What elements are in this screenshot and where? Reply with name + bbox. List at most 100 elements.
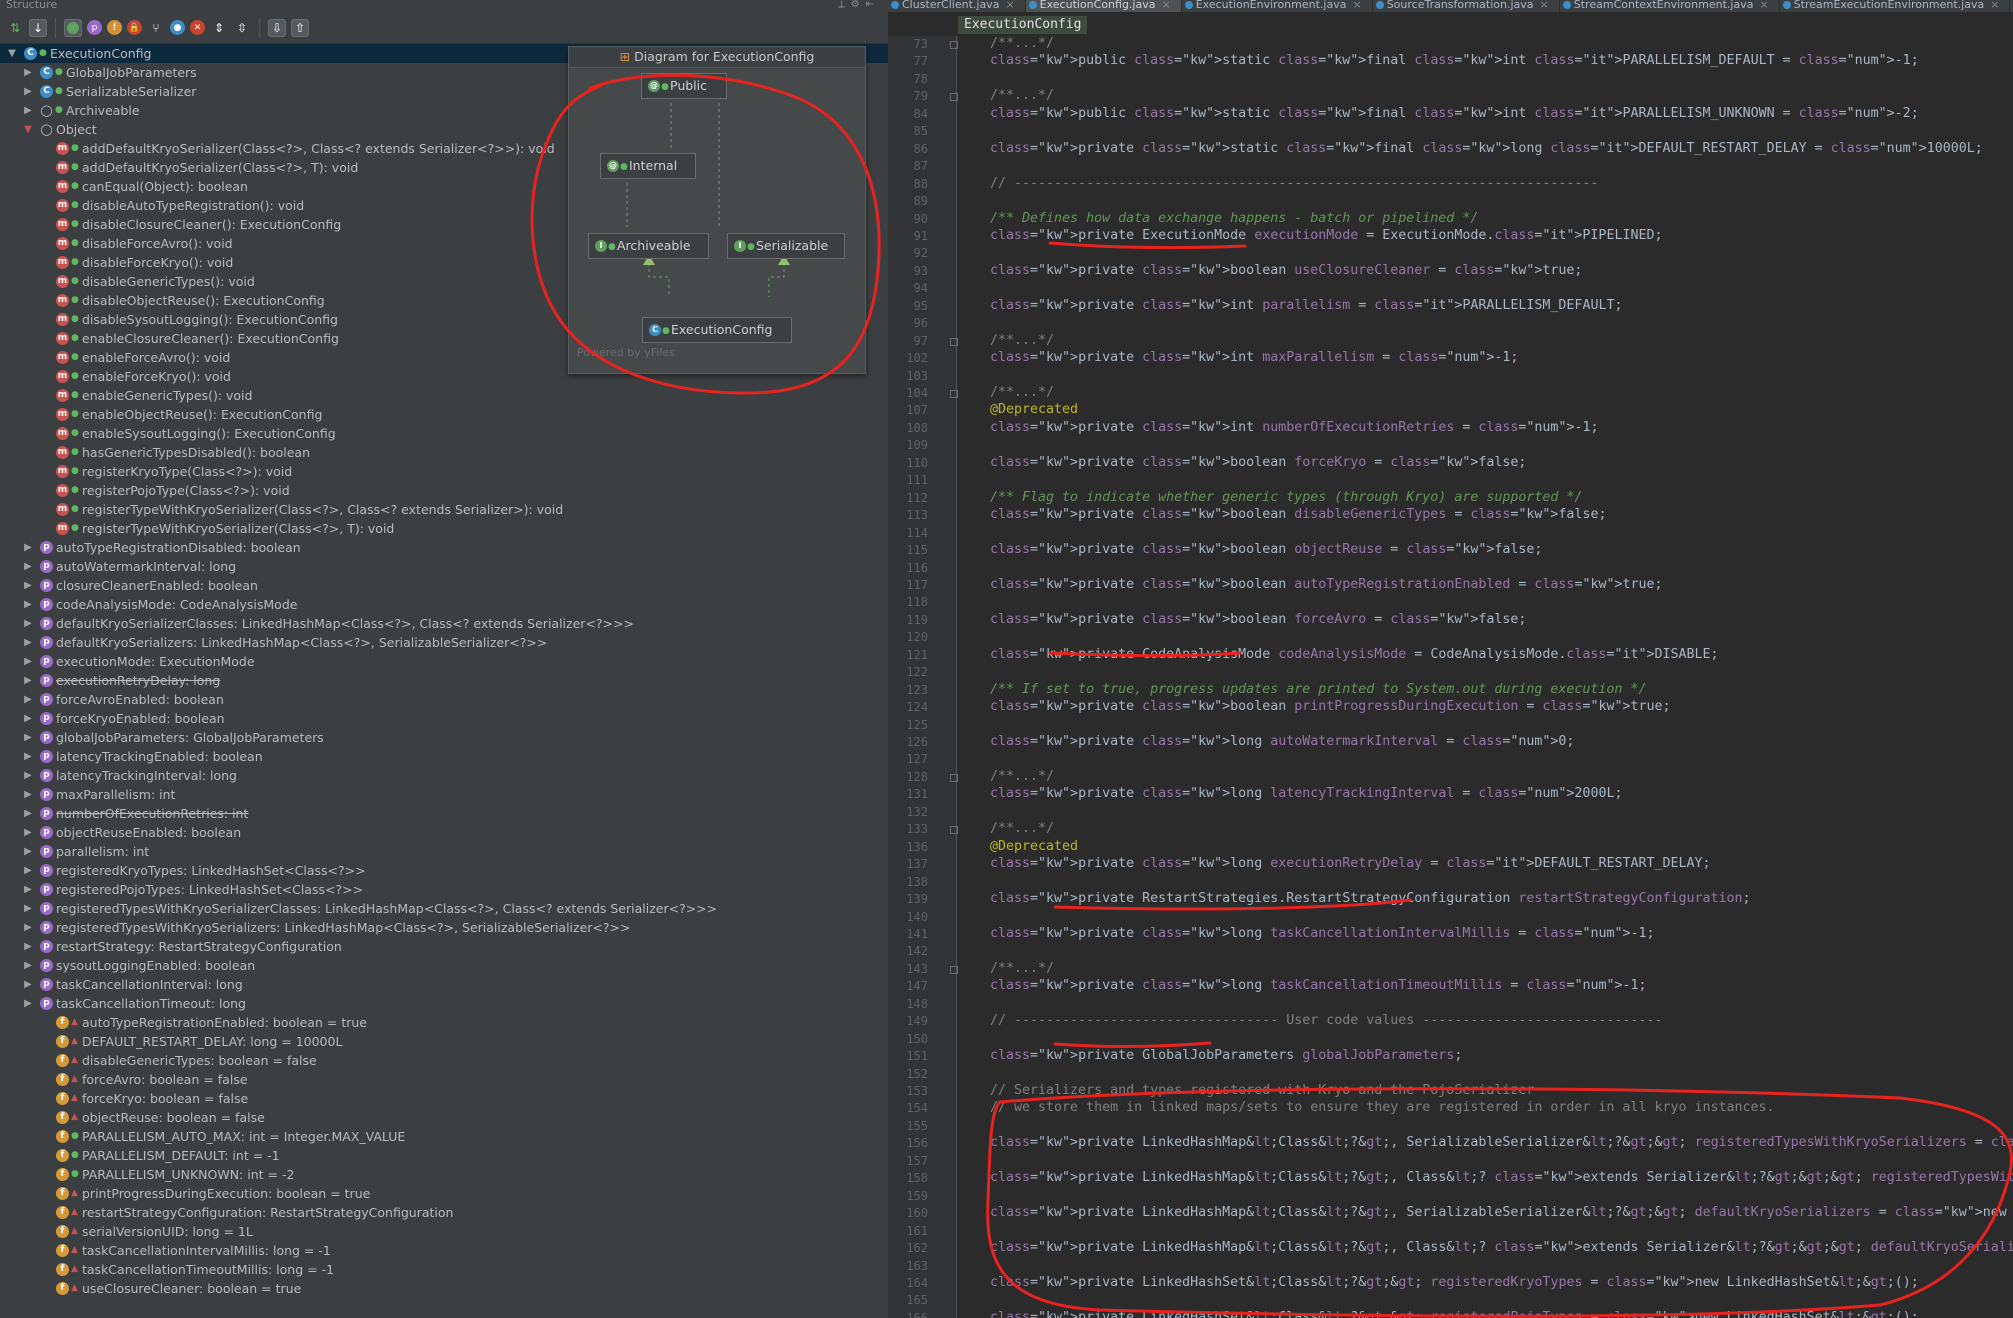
- tree-row[interactable]: m ● enableSysoutLogging(): ExecutionConfig: [0, 424, 888, 443]
- expand-arrow-icon[interactable]: ▶: [22, 82, 34, 101]
- code-line[interactable]: class="kw">private class="kw">long taskC…: [990, 926, 1655, 941]
- collapse-arrow-icon[interactable]: ▼: [6, 44, 18, 63]
- expand-arrow-icon[interactable]: ▶: [22, 557, 34, 576]
- code-line[interactable]: @Deprecated: [990, 839, 1078, 854]
- expand-arrow-icon[interactable]: ▶: [22, 880, 34, 899]
- expand-arrow-icon[interactable]: ▶: [22, 63, 34, 82]
- expand-arrow-icon[interactable]: ▶: [22, 785, 34, 804]
- code-line[interactable]: class="kw">public class="kw">static clas…: [990, 53, 1919, 68]
- code-line[interactable]: class="kw">private class="kw">boolean fo…: [990, 612, 1526, 627]
- fold-toggle-icon[interactable]: [950, 337, 958, 346]
- expand-arrow-icon[interactable]: ▶: [22, 595, 34, 614]
- code-line[interactable]: /** If set to true, progress updates are…: [990, 682, 1646, 697]
- expand-arrow-icon[interactable]: ▶: [22, 709, 34, 728]
- tree-row[interactable]: ▶ p maxParallelism: int: [0, 785, 888, 804]
- tree-row[interactable]: ▶ p codeAnalysisMode: CodeAnalysisMode: [0, 595, 888, 614]
- tree-row[interactable]: ▶ p parallelism: int: [0, 842, 888, 861]
- expand-arrow-icon[interactable]: ▶: [22, 937, 34, 956]
- sort-by-visibility-icon[interactable]: ⇅: [6, 19, 24, 37]
- tree-row[interactable]: m ● registerPojoType(Class<?>): void: [0, 481, 888, 500]
- tree-row[interactable]: ▶ p executionRetryDelay: long: [0, 671, 888, 690]
- fold-toggle-icon[interactable]: [950, 965, 958, 974]
- expand-arrow-icon[interactable]: ▶: [22, 823, 34, 842]
- expand-arrow-icon[interactable]: ▶: [22, 633, 34, 652]
- expand-arrow-icon[interactable]: ▶: [22, 614, 34, 633]
- code-line[interactable]: class="kw">private CodeAnalysisMode code…: [990, 647, 1719, 662]
- tree-row[interactable]: ▶ p autoWatermarkInterval: long: [0, 557, 888, 576]
- tree-row[interactable]: ▶ p forceKryoEnabled: boolean: [0, 709, 888, 728]
- tree-row[interactable]: f ● PARALLELISM_UNKNOWN: int = -2: [0, 1165, 888, 1184]
- diagram-node-public[interactable]: @ ● Public: [641, 73, 727, 99]
- expand-arrow-icon[interactable]: ▶: [22, 728, 34, 747]
- code-line[interactable]: class="kw">private class="kw">long execu…: [990, 856, 1711, 871]
- code-line[interactable]: class="kw">private class="kw">int parall…: [990, 298, 1622, 313]
- autoscroll-from-source-icon[interactable]: ⇧: [291, 18, 309, 37]
- code-line[interactable]: @Deprecated: [990, 402, 1078, 417]
- tree-row[interactable]: f ▲ taskCancellationIntervalMillis: long =…: [0, 1241, 888, 1260]
- tree-row[interactable]: ▶ p registeredTypesWithKryoSerializers: Li…: [0, 918, 888, 937]
- fold-toggle-icon[interactable]: [950, 826, 958, 835]
- code-line[interactable]: /**...*/: [990, 333, 1054, 348]
- code-line[interactable]: class="kw">private class="kw">long taskC…: [990, 978, 1647, 993]
- tree-row[interactable]: ▶ p sysoutLoggingEnabled: boolean: [0, 956, 888, 975]
- expand-arrow-icon[interactable]: ▶: [22, 538, 34, 557]
- code-line[interactable]: class="kw">private class="kw">int maxPar…: [990, 350, 1518, 365]
- tree-row[interactable]: f ▲ forceKryo: boolean = false: [0, 1089, 888, 1108]
- code-line[interactable]: class="kw">private class="kw">long laten…: [990, 786, 1622, 801]
- show-lambdas-icon[interactable]: ⑂: [147, 19, 165, 37]
- code-line[interactable]: class="kw">private LinkedHashMap&lt;Clas…: [990, 1170, 2013, 1185]
- fold-toggle-icon[interactable]: [950, 773, 958, 782]
- expand-arrow-icon[interactable]: ▶: [22, 804, 34, 823]
- diagram-title-bar[interactable]: ⊞ Diagram for ExecutionConfig: [569, 47, 865, 68]
- code-line[interactable]: /**...*/: [990, 36, 1054, 51]
- tree-row[interactable]: f ▲ useClosureCleaner: boolean = true: [0, 1279, 888, 1298]
- code-line[interactable]: // Serializers and types registered with…: [990, 1083, 1534, 1098]
- close-tab-icon[interactable]: ×: [1005, 0, 1014, 11]
- code-line[interactable]: class="kw">private LinkedHashMap&lt;Clas…: [990, 1205, 2013, 1220]
- code-line[interactable]: class="kw">private class="kw">static cla…: [990, 141, 1983, 156]
- code-line[interactable]: /**...*/: [990, 385, 1054, 400]
- panel-options-icons[interactable]: ⟂⚙⇤: [838, 0, 880, 10]
- expand-arrow-icon[interactable]: ▶: [22, 861, 34, 880]
- code-line[interactable]: class="kw">private class="kw">boolean au…: [990, 577, 1663, 592]
- editor-tab[interactable]: ExecutionEnvironment.java ×: [1182, 0, 1373, 12]
- expand-arrow-icon[interactable]: ▶: [22, 766, 34, 785]
- show-non-public-icon[interactable]: 🔒: [127, 20, 142, 35]
- editor-tab[interactable]: StreamContextEnvironment.java ×: [1560, 0, 1780, 12]
- show-properties-icon[interactable]: p: [87, 20, 102, 35]
- close-tab-icon[interactable]: ×: [1759, 0, 1768, 11]
- expand-arrow-icon[interactable]: ▶: [22, 956, 34, 975]
- expand-arrow-icon[interactable]: ▶: [22, 576, 34, 595]
- diagram-node-execution-config[interactable]: C ● ExecutionConfig: [642, 317, 792, 343]
- tree-row[interactable]: ▶ p objectReuseEnabled: boolean: [0, 823, 888, 842]
- tree-row[interactable]: ▶ p globalJobParameters: GlobalJobParamete…: [0, 728, 888, 747]
- close-tab-icon[interactable]: ×: [1540, 0, 1549, 11]
- expand-all-icon[interactable]: ⇕: [210, 19, 228, 37]
- expand-arrow-icon[interactable]: ▶: [22, 918, 34, 937]
- show-inherited-icon[interactable]: m: [64, 18, 82, 37]
- tree-row[interactable]: m ● hasGenericTypesDisabled(): boolean: [0, 443, 888, 462]
- code-editor[interactable]: ClusterClient.java × ExecutionConfig.java ×…: [888, 0, 2013, 1318]
- expand-arrow-icon[interactable]: ▶: [22, 975, 34, 994]
- code-line[interactable]: class="kw">private class="kw">boolean us…: [990, 263, 1582, 278]
- collapse-all-icon[interactable]: ⇳: [233, 19, 251, 37]
- diagram-node-internal[interactable]: @ ● Internal: [600, 153, 696, 179]
- tree-row[interactable]: ▶ p latencyTrackingInterval: long: [0, 766, 888, 785]
- tree-row[interactable]: ▶ p registeredPojoTypes: LinkedHashSet<Cla…: [0, 880, 888, 899]
- tree-row[interactable]: f ▲ taskCancellationTimeoutMillis: long = …: [0, 1260, 888, 1279]
- tree-row[interactable]: f ▲ autoTypeRegistrationEnabled: boolean =…: [0, 1013, 888, 1032]
- close-tab-icon[interactable]: ×: [1352, 0, 1361, 11]
- expand-arrow-icon[interactable]: ▶: [22, 842, 34, 861]
- breadcrumb[interactable]: ExecutionConfig: [958, 16, 1088, 34]
- tree-row[interactable]: ▶ p forceAvroEnabled: boolean: [0, 690, 888, 709]
- editor-tab[interactable]: ExecutionConfig.java ×: [1025, 0, 1182, 12]
- tree-row[interactable]: m ● enableGenericTypes(): void: [0, 386, 888, 405]
- expand-arrow-icon[interactable]: ▶: [22, 899, 34, 918]
- code-line[interactable]: class="kw">private class="kw">boolean pr…: [990, 699, 1671, 714]
- expand-arrow-icon[interactable]: ▶: [22, 671, 34, 690]
- code-line[interactable]: class="kw">private LinkedHashMap&lt;Clas…: [990, 1135, 2013, 1150]
- code-line[interactable]: /**...*/: [990, 88, 1054, 103]
- tree-row[interactable]: ▶ p latencyTrackingEnabled: boolean: [0, 747, 888, 766]
- tree-row[interactable]: m ● enableObjectReuse(): ExecutionConfig: [0, 405, 888, 424]
- close-tab-icon[interactable]: ×: [1161, 0, 1170, 11]
